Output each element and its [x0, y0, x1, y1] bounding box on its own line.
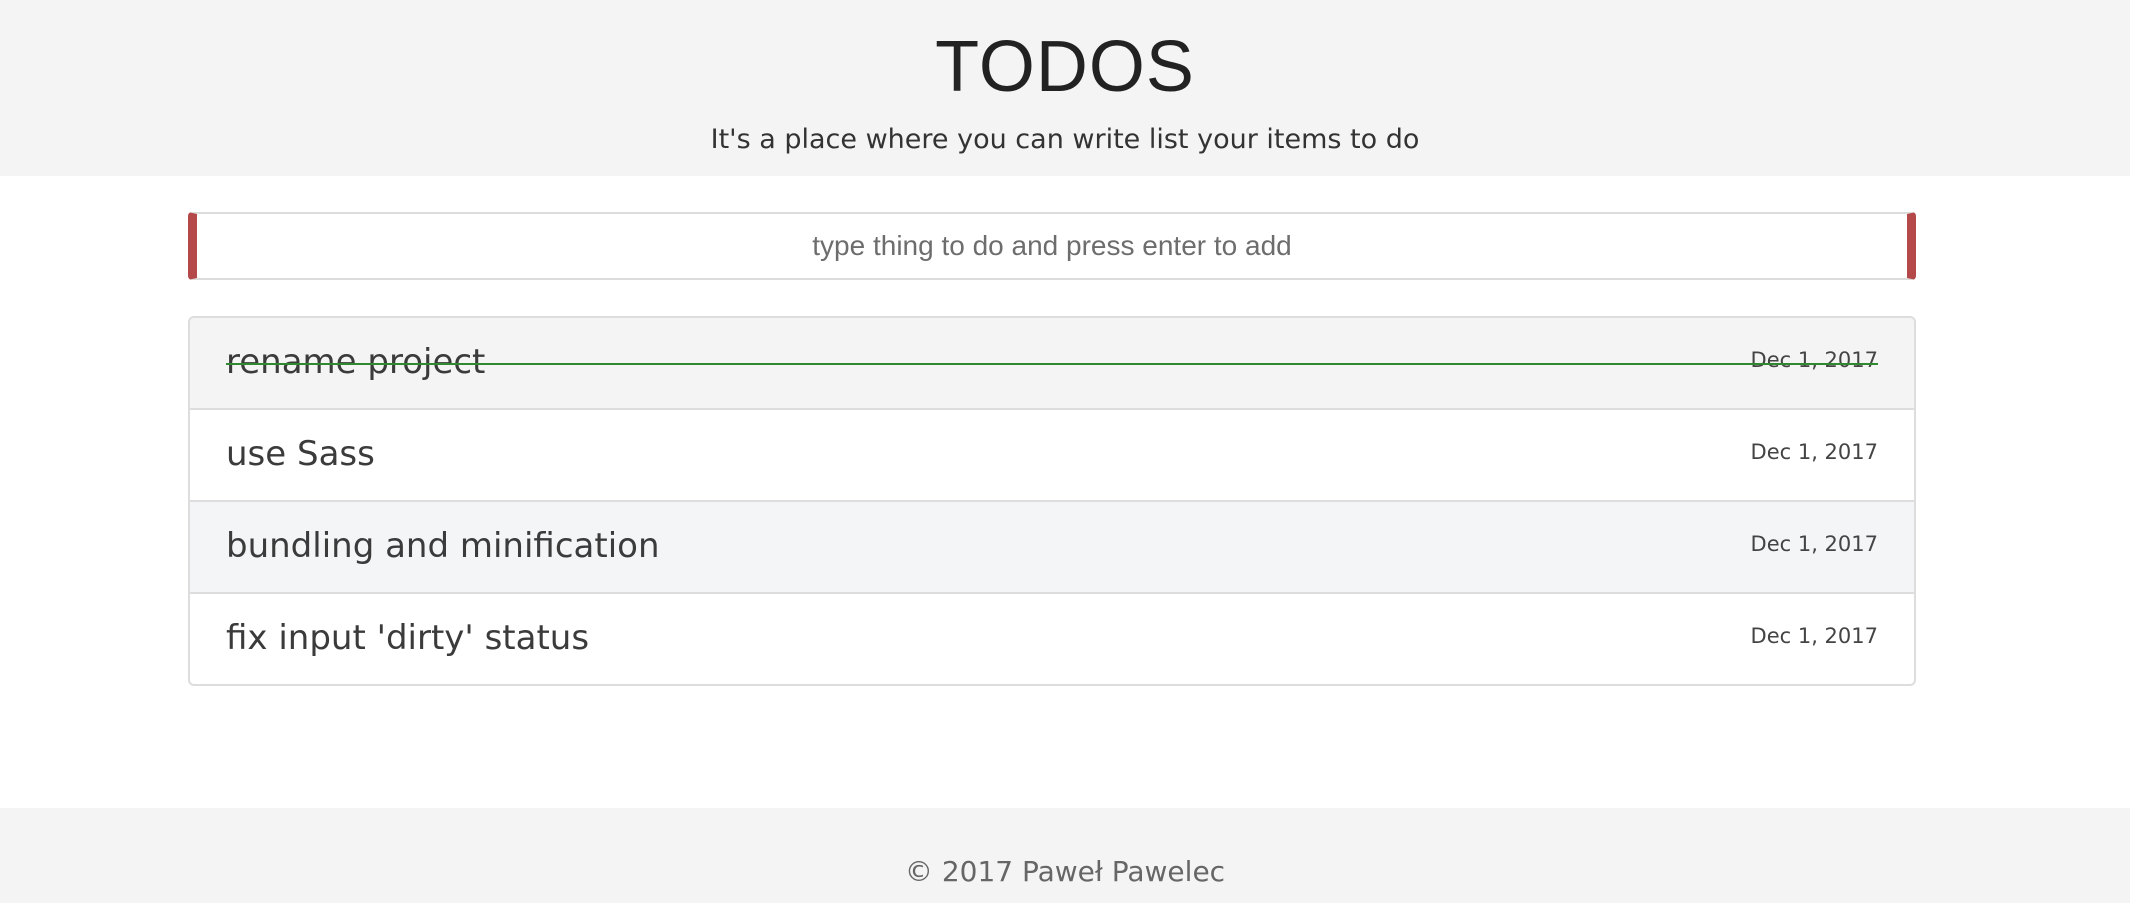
- todo-date: Dec 1, 2017: [1750, 532, 1878, 556]
- todo-item[interactable]: fix input 'dirty' status Dec 1, 2017: [190, 594, 1914, 684]
- footer-copyright: © 2017 Paweł Pawelec: [904, 855, 1226, 888]
- new-todo-field: [188, 212, 1916, 280]
- todo-item[interactable]: use Sass Dec 1, 2017: [190, 410, 1914, 502]
- todo-item[interactable]: bundling and minification Dec 1, 2017: [190, 502, 1914, 594]
- page-subtitle: It's a place where you can write list yo…: [710, 124, 1420, 155]
- todo-item[interactable]: rename project Dec 1, 2017: [190, 318, 1914, 410]
- todo-title: bundling and minification: [226, 526, 660, 566]
- todo-date: Dec 1, 2017: [1750, 624, 1878, 648]
- todo-title: fix input 'dirty' status: [226, 618, 590, 658]
- done-strikethrough: [226, 363, 1878, 365]
- page-title: TODOS: [935, 27, 1195, 107]
- todo-list: rename project Dec 1, 2017 use Sass Dec …: [188, 316, 1916, 686]
- page-header: TODOS It's a place where you can write l…: [0, 0, 2130, 176]
- todo-date: Dec 1, 2017: [1750, 348, 1878, 372]
- todo-title: rename project: [226, 342, 486, 382]
- page-footer: © 2017 Paweł Pawelec: [0, 808, 2130, 903]
- todo-date: Dec 1, 2017: [1750, 440, 1878, 464]
- todo-title: use Sass: [226, 434, 375, 474]
- new-todo-input[interactable]: [197, 214, 1907, 278]
